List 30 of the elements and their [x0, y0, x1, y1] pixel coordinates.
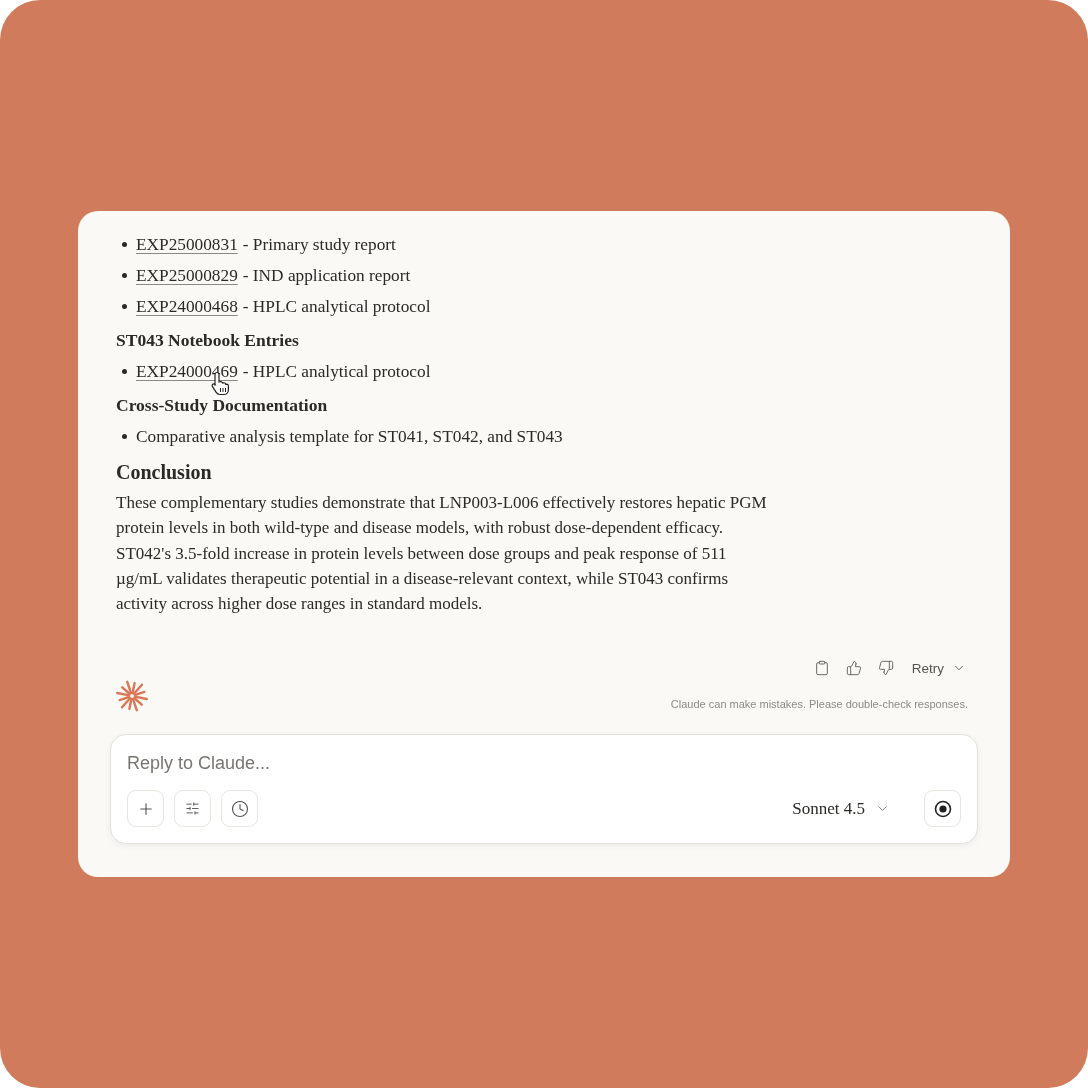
- disclaimer-text: Claude can make mistakes. Please double-check responses.: [670, 698, 968, 710]
- clock-button[interactable]: [221, 790, 258, 827]
- list-item-text: - IND application report: [242, 265, 411, 287]
- bullet-icon: [122, 369, 127, 374]
- model-selector[interactable]: Sonnet 4.5: [788, 794, 894, 823]
- list-item-text: - Primary study report: [242, 234, 396, 256]
- settings-button[interactable]: [174, 790, 211, 827]
- bullet-icon: [122, 242, 127, 247]
- notebook-link[interactable]: EXP24000468: [136, 291, 238, 322]
- add-button[interactable]: [127, 790, 164, 827]
- list-item-text: Comparative analysis template for ST041, ST042, and ST043: [136, 426, 563, 448]
- bullet-icon: [122, 304, 127, 309]
- notebook-link[interactable]: EXP25000831: [136, 229, 238, 260]
- section-subheading: Cross-Study Documentation: [116, 394, 329, 417]
- list-item-text: - HPLC analytical protocol: [242, 361, 431, 383]
- record-icon: [933, 799, 952, 818]
- record-button[interactable]: [924, 790, 961, 827]
- retry-button[interactable]: Retry: [907, 658, 970, 678]
- conclusion-paragraph: These complementary studies demonstrate that LNP003-L006 effectively restores hepatic PGM protein levels in both wild-type and disease models, with robust dose-dependent efficacy. ST042's 3.5-fold increase in protein levels between dose groups and peak response of 511 µg/mL validates therapeutic potential in a disease-relevant context, while ST043 confirms activity across higher dose ranges in standard models.: [116, 492, 768, 616]
- section-subheading: ST043 Notebook Entries: [116, 329, 300, 352]
- notebook-link[interactable]: EXP24000469: [136, 356, 238, 387]
- bullet-icon: [122, 273, 127, 278]
- clock-icon: [230, 799, 249, 818]
- section-heading: Conclusion: [116, 460, 213, 485]
- reply-input[interactable]: Reply to Claude...: [127, 751, 961, 776]
- notebook-link[interactable]: EXP25000829: [136, 260, 238, 291]
- list-item-text: - HPLC analytical protocol: [242, 296, 431, 318]
- sliders-icon: [185, 801, 200, 816]
- starburst-logo-icon: [116, 680, 148, 712]
- bullet-icon: [122, 434, 127, 439]
